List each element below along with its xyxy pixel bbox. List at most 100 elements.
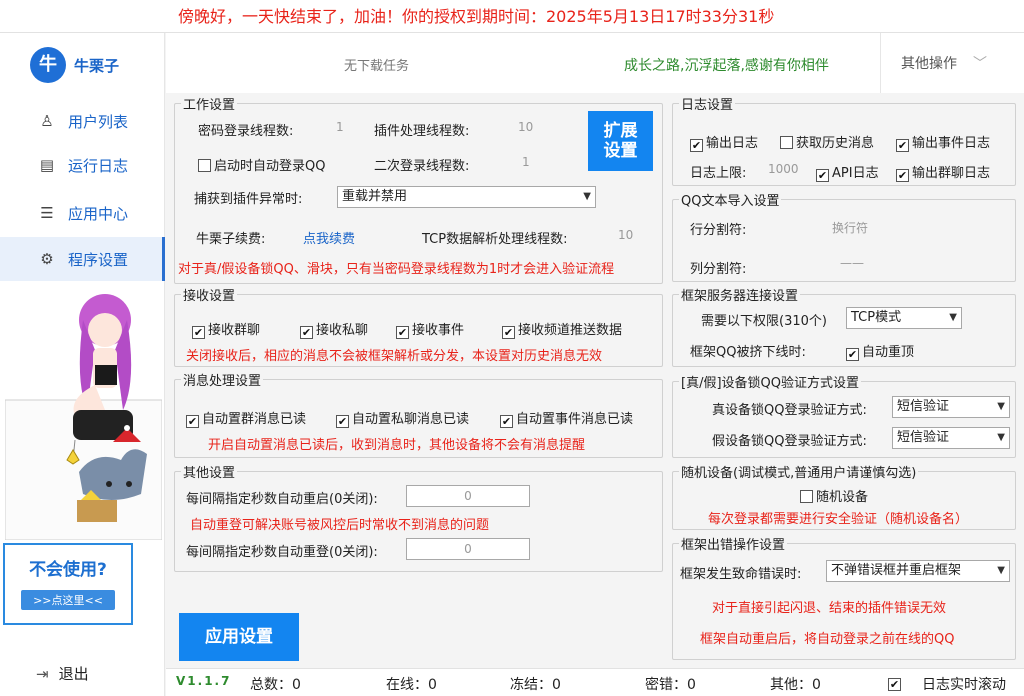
- restart-interval-input[interactable]: 0: [406, 485, 530, 507]
- auto-login-checkbox[interactable]: 启动时自动登录QQ: [198, 155, 325, 174]
- checkbox-box: ✔: [186, 415, 199, 428]
- chevron-down-icon: ▼: [583, 191, 591, 202]
- fatal-error-select[interactable]: 不弹错误框并重启框架 ▼: [826, 560, 1010, 582]
- receive-channel-checkbox[interactable]: ✔ 接收频道推送数据: [502, 319, 622, 339]
- group-title: 工作设置: [183, 98, 236, 113]
- log-icon: ▤: [39, 156, 55, 174]
- message-warning: 开启自动置消息已读后，收到消息时，其他设备将不会有消息提醒: [208, 438, 586, 453]
- renew-label: 牛栗子续费:: [196, 232, 266, 247]
- chevron-down-icon: ▼: [949, 312, 957, 323]
- checkbox-box: ✔: [888, 678, 901, 691]
- fatal-error-value: 不弹错误框并重启框架: [831, 563, 962, 578]
- output-log-checkbox[interactable]: ✔ 输出日志: [690, 132, 758, 152]
- logout-button[interactable]: ⇥ 退出: [36, 663, 89, 684]
- error-note-2: 框架自动重启后，将自动登录之前在线的QQ: [700, 632, 955, 647]
- fake-device-select[interactable]: 短信验证 ▼: [892, 427, 1010, 449]
- receive-group-checkbox[interactable]: ✔ 接收群聊: [192, 319, 260, 339]
- gear-icon: ⚙: [40, 250, 54, 268]
- work-warning: 对于真/假设备锁QQ、滑块，只有当密码登录线程数为1时才会进入验证流程: [178, 262, 615, 277]
- frozen-count: 冻结：0: [510, 677, 561, 693]
- checkbox-box: ✔: [192, 326, 205, 339]
- checkbox-box: ✔: [336, 415, 349, 428]
- group-title: 消息处理设置: [183, 374, 262, 389]
- sidebar-item-run-log[interactable]: ▤ 运行日志: [0, 143, 165, 187]
- plugin-threads-value[interactable]: 10: [518, 120, 533, 134]
- permission-label: 需要以下权限(310个): [701, 314, 827, 329]
- status-bar: V1.1.7 总数：0 在线：0 冻结：0 密错：0 其他：0 ✔ 日志实时滚动: [166, 668, 1024, 696]
- row-separator-value[interactable]: 换行符: [832, 219, 868, 236]
- other-operations-dropdown[interactable]: 其他操作 ﹀: [880, 33, 1024, 93]
- read-group-checkbox[interactable]: ✔ 自动置群消息已读: [186, 408, 306, 428]
- renew-link[interactable]: 点我续费: [303, 228, 355, 247]
- receive-event-checkbox[interactable]: ✔ 接收事件: [396, 319, 464, 339]
- history-label: 获取历史消息: [796, 136, 875, 151]
- dragon-logo-icon: 牛: [30, 47, 66, 83]
- relogin-interval-input[interactable]: 0: [406, 538, 530, 560]
- col-separator-value[interactable]: ——: [840, 256, 864, 270]
- sidebar-item-user-list[interactable]: ♙ 用户列表: [0, 99, 165, 143]
- exception-select[interactable]: 重载并禁用 ▼: [337, 186, 596, 208]
- row-separator-label: 行分割符:: [690, 223, 747, 238]
- other-count: 其他：0: [770, 677, 821, 693]
- receive-channel-label: 接收频道推送数据: [518, 323, 623, 338]
- random-device-checkbox[interactable]: 随机设备: [800, 486, 868, 505]
- receive-private-checkbox[interactable]: ✔ 接收私聊: [300, 319, 368, 339]
- other-operations-label: 其他操作: [901, 56, 957, 72]
- checkbox-box: ✔: [896, 139, 909, 152]
- auto-reconnect-checkbox[interactable]: ✔ 自动重顶: [846, 341, 914, 361]
- sidebar-item-label: 应用中心: [68, 204, 129, 223]
- receive-private-label: 接收私聊: [316, 323, 369, 338]
- relogin-warning: 自动重登可解决账号被风控后时常收不到消息的问题: [190, 518, 490, 533]
- second-threads-value[interactable]: 1: [522, 155, 530, 169]
- list-icon: ☰: [40, 204, 54, 222]
- read-private-checkbox[interactable]: ✔ 自动置私聊消息已读: [336, 408, 469, 428]
- apply-settings-button[interactable]: 应用设置: [179, 613, 299, 661]
- fatal-error-label: 框架发生致命错误时:: [680, 567, 802, 582]
- checkbox-box: ✔: [502, 326, 515, 339]
- fake-device-value: 短信验证: [897, 430, 950, 445]
- history-checkbox[interactable]: 获取历史消息: [780, 132, 874, 151]
- auto-reconnect-label: 自动重顶: [862, 345, 915, 360]
- random-device-label: 随机设备: [816, 490, 869, 505]
- log-scroll-checkbox[interactable]: ✔: [888, 674, 904, 691]
- group-title: 其他设置: [183, 466, 236, 481]
- read-group-label: 自动置群消息已读: [202, 412, 307, 427]
- logout-label: 退出: [58, 665, 89, 683]
- col-separator-label: 列分割符:: [690, 262, 747, 277]
- logout-icon: ⇥: [36, 664, 49, 683]
- second-threads-label: 二次登录线程数:: [374, 159, 470, 174]
- fake-device-label: 假设备锁QQ登录验证方式:: [712, 434, 867, 449]
- group-title: QQ文本导入设置: [681, 194, 780, 209]
- event-log-checkbox[interactable]: ✔ 输出事件日志: [896, 132, 990, 152]
- expand-settings-button[interactable]: 扩展设置: [588, 111, 653, 171]
- app-name: 牛栗子: [74, 56, 120, 75]
- checkbox-box: [198, 159, 211, 172]
- read-event-checkbox[interactable]: ✔ 自动置事件消息已读: [500, 408, 633, 428]
- tcp-threads-value[interactable]: 10: [618, 228, 633, 242]
- api-log-checkbox[interactable]: ✔ API日志: [816, 162, 879, 182]
- sidebar-item-program-settings[interactable]: ⚙ 程序设置: [0, 237, 165, 281]
- download-status: 无下载任务: [344, 59, 410, 74]
- group-log-checkbox[interactable]: ✔ 输出群聊日志: [896, 162, 990, 182]
- checkbox-box: ✔: [500, 415, 513, 428]
- pwd-error-count: 密错：0: [645, 677, 696, 693]
- tcp-threads-label: TCP数据解析处理线程数:: [422, 232, 568, 247]
- error-note-1: 对于直接引起闪退、结束的插件错误无效: [712, 601, 947, 616]
- help-link-button[interactable]: >>点这里<<: [21, 590, 115, 610]
- real-device-label: 真设备锁QQ登录验证方式:: [712, 403, 867, 418]
- real-device-value: 短信验证: [897, 399, 950, 414]
- sidebar-item-label: 程序设置: [68, 250, 129, 269]
- output-log-label: 输出日志: [706, 136, 759, 151]
- receive-group-label: 接收群聊: [208, 323, 261, 338]
- real-device-select[interactable]: 短信验证 ▼: [892, 396, 1010, 418]
- chevron-down-icon: ▼: [997, 401, 1005, 412]
- checkbox-box: ✔: [896, 169, 909, 182]
- group-title: 日志设置: [681, 98, 734, 113]
- version-label: V1.1.7: [176, 674, 232, 688]
- connection-mode-select[interactable]: TCP模式 ▼: [846, 307, 962, 329]
- auto-login-label: 启动时自动登录QQ: [214, 159, 326, 174]
- pwd-threads-value[interactable]: 1: [336, 120, 344, 134]
- help-box[interactable]: 不会使用? >>点这里<<: [3, 543, 133, 625]
- log-limit-value[interactable]: 1000: [768, 162, 799, 176]
- sidebar-item-app-center[interactable]: ☰ 应用中心: [0, 191, 165, 235]
